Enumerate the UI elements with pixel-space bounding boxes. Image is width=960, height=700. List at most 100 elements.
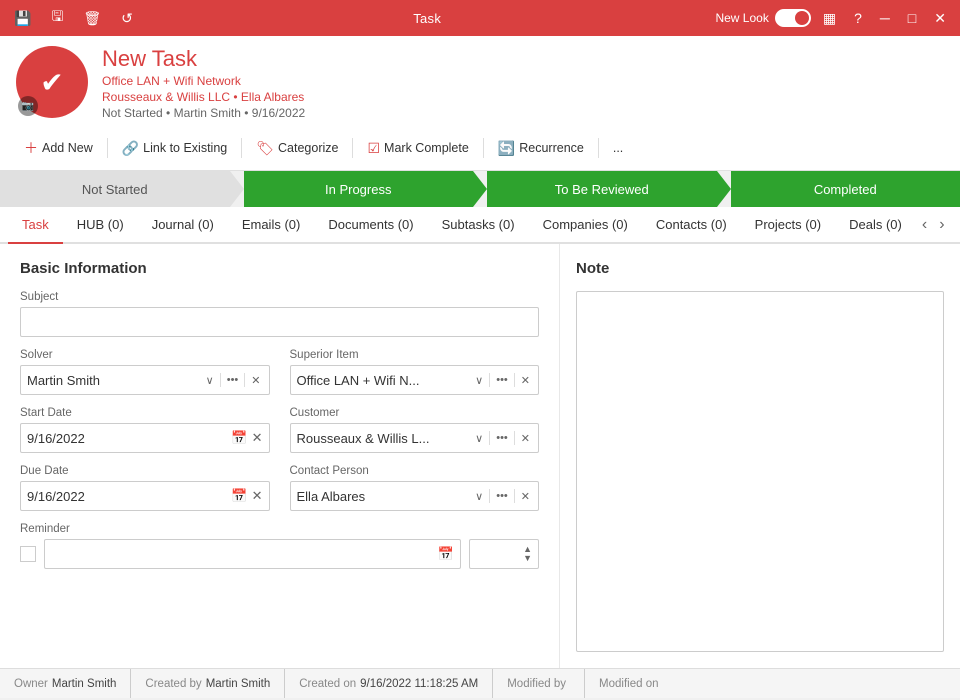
recurrence-button[interactable]: 🔄 Recurrence xyxy=(490,136,592,161)
header-meta: Not Started • Martin Smith • 9/16/2022 xyxy=(102,106,944,120)
solver-dropdown-btn[interactable]: ∨ xyxy=(204,372,216,389)
mark-complete-button[interactable]: ☑ Mark Complete xyxy=(359,136,476,161)
new-look-toggle[interactable] xyxy=(775,9,811,27)
refresh-button[interactable]: ↺ xyxy=(115,8,139,29)
customer-combobox: Rousseaux & Willis L... ∨ ••• ✕ xyxy=(290,423,540,453)
help-button[interactable]: ? xyxy=(848,8,868,28)
contact-dropdown-btn[interactable]: ∨ xyxy=(473,488,485,505)
subject-field-group: Subject xyxy=(20,291,539,337)
header-company: Rousseaux & Willis LLC • Ella Albares xyxy=(102,90,944,104)
footer-created-by: Created by Martin Smith xyxy=(131,669,285,698)
solver-sep xyxy=(220,373,221,387)
reminder-time: 📅 xyxy=(44,539,461,569)
note-textarea[interactable] xyxy=(576,291,944,652)
subject-input[interactable] xyxy=(20,307,539,337)
customer-clear-btn[interactable]: ✕ xyxy=(519,430,532,447)
toolbar-sep-5 xyxy=(598,138,599,158)
basic-info-panel: Basic Information Subject Solver Martin … xyxy=(0,244,560,668)
solver-value: Martin Smith xyxy=(27,373,200,388)
footer-modified-on: Modified on xyxy=(585,669,676,698)
link-to-existing-button[interactable]: 🔗 Link to Existing xyxy=(114,136,236,161)
save-button-1[interactable]: 💾 xyxy=(8,8,37,29)
tab-task[interactable]: Task xyxy=(8,207,63,244)
start-date-calendar-btn[interactable]: 📅 xyxy=(231,430,247,446)
note-panel: Note xyxy=(560,244,960,668)
tab-nav-next[interactable]: › xyxy=(933,210,950,240)
minimize-button[interactable]: ─ xyxy=(874,8,896,28)
save-button-2[interactable]: 🖫 xyxy=(45,4,69,32)
close-button[interactable]: ✕ xyxy=(928,8,952,29)
superior-dropdown-btn[interactable]: ∨ xyxy=(473,372,485,389)
avatar: ✔ 📷 xyxy=(16,46,88,118)
status-completed[interactable]: Completed xyxy=(731,171,960,207)
solver-superior-row: Solver Martin Smith ∨ ••• ✕ Superior Ite… xyxy=(20,349,539,395)
toolbar-sep-4 xyxy=(483,138,484,158)
superior-clear-btn[interactable]: ✕ xyxy=(519,372,532,389)
header-title: New Task xyxy=(102,46,944,72)
footer-modified-by-label: Modified by xyxy=(507,678,566,690)
solver-more-btn[interactable]: ••• xyxy=(225,372,241,388)
grid-icon-button[interactable]: ▦ xyxy=(817,8,842,29)
customer-value: Rousseaux & Willis L... xyxy=(297,431,470,446)
window-title: Task xyxy=(139,11,716,26)
solver-col: Solver Martin Smith ∨ ••• ✕ xyxy=(20,349,270,395)
add-new-button[interactable]: ＋ Add New xyxy=(16,134,101,162)
startdate-col: Start Date 9/16/2022 📅 ✕ xyxy=(20,407,270,453)
tab-hub[interactable]: HUB (0) xyxy=(63,207,138,244)
tab-documents[interactable]: Documents (0) xyxy=(314,207,427,244)
status-in-progress[interactable]: In Progress xyxy=(244,171,474,207)
start-date-clear-btn[interactable]: ✕ xyxy=(252,430,263,446)
startdate-customer-row: Start Date 9/16/2022 📅 ✕ Customer Rousse… xyxy=(20,407,539,453)
tab-projects[interactable]: Projects (0) xyxy=(741,207,835,244)
status-to-be-reviewed[interactable]: To Be Reviewed xyxy=(487,171,717,207)
superior-more-btn[interactable]: ••• xyxy=(494,372,510,388)
recurrence-label: Recurrence xyxy=(519,141,584,155)
due-date-clear-btn[interactable]: ✕ xyxy=(252,488,263,504)
reminder-calendar-btn[interactable]: 📅 xyxy=(438,546,454,562)
categorize-button[interactable]: 🏷 Categorize xyxy=(248,136,346,161)
header-info: New Task Office LAN + Wifi Network Rouss… xyxy=(102,46,944,120)
status-completed-label: Completed xyxy=(814,182,877,197)
more-button[interactable]: ... xyxy=(605,137,631,159)
contact-person-col: Contact Person Ella Albares ∨ ••• ✕ xyxy=(290,465,540,511)
tab-nav-prev[interactable]: ‹ xyxy=(916,210,933,240)
solver-sep2 xyxy=(244,373,245,387)
tab-emails[interactable]: Emails (0) xyxy=(228,207,315,244)
contact-more-btn[interactable]: ••• xyxy=(494,488,510,504)
note-title: Note xyxy=(576,260,944,277)
footer-created-by-label: Created by xyxy=(145,678,201,690)
app-header: ✔ 📷 New Task Office LAN + Wifi Network R… xyxy=(0,36,960,171)
main-content: Basic Information Subject Solver Martin … xyxy=(0,244,960,668)
basic-info-title: Basic Information xyxy=(20,260,539,277)
delete-button[interactable]: 🗑 xyxy=(77,8,107,29)
mark-complete-label: Mark Complete xyxy=(384,141,469,155)
contact-clear-btn[interactable]: ✕ xyxy=(519,488,532,505)
status-in-progress-label: In Progress xyxy=(325,182,391,197)
customer-actions: ∨ ••• ✕ xyxy=(473,430,532,447)
reminder-checkbox[interactable] xyxy=(20,546,36,562)
plus-icon: ＋ xyxy=(24,138,38,158)
due-date-value: 9/16/2022 xyxy=(27,489,227,504)
reminder-spinbox: ▲ ▼ xyxy=(469,539,539,569)
solver-clear-btn[interactable]: ✕ xyxy=(249,372,262,389)
footer-created-on-value: 9/16/2022 11:18:25 AM xyxy=(360,678,478,690)
superior-item-actions: ∨ ••• ✕ xyxy=(473,372,532,389)
customer-sep2 xyxy=(514,431,515,445)
due-date-calendar-btn[interactable]: 📅 xyxy=(231,488,247,504)
status-footer: Owner Martin Smith Created by Martin Smi… xyxy=(0,668,960,698)
reminder-spin-down[interactable]: ▼ xyxy=(523,554,532,563)
customer-dropdown-btn[interactable]: ∨ xyxy=(473,430,485,447)
tab-deals[interactable]: Deals (0) xyxy=(835,207,916,244)
tab-journal[interactable]: Journal (0) xyxy=(138,207,228,244)
recurrence-icon: 🔄 xyxy=(498,140,515,157)
customer-more-btn[interactable]: ••• xyxy=(494,430,510,446)
camera-icon[interactable]: 📷 xyxy=(18,96,38,116)
tab-contacts[interactable]: Contacts (0) xyxy=(642,207,741,244)
superior-item-col: Superior Item Office LAN + Wifi N... ∨ •… xyxy=(290,349,540,395)
customer-col: Customer Rousseaux & Willis L... ∨ ••• ✕ xyxy=(290,407,540,453)
maximize-button[interactable]: □ xyxy=(902,8,922,28)
tab-companies[interactable]: Companies (0) xyxy=(529,207,642,244)
tab-subtasks[interactable]: Subtasks (0) xyxy=(428,207,529,244)
tag-icon: 🏷 xyxy=(256,140,274,157)
status-not-started[interactable]: Not Started xyxy=(0,171,230,207)
